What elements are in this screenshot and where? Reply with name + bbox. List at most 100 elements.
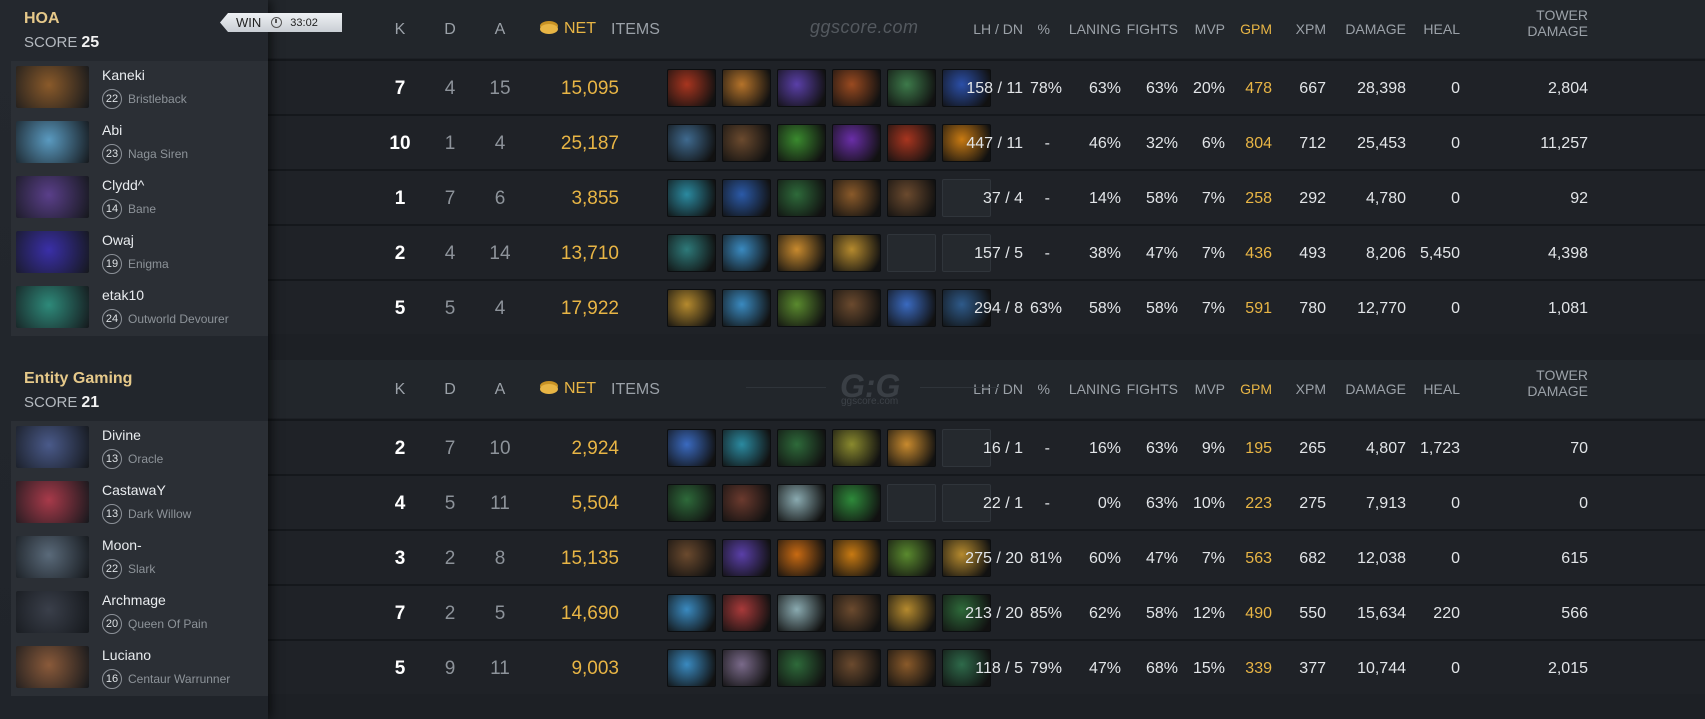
net-worth: 3,855 (571, 188, 619, 209)
item-slot[interactable] (777, 179, 826, 217)
item-slot[interactable] (722, 594, 771, 632)
header-divider (920, 387, 1000, 388)
item-slot[interactable] (667, 124, 716, 162)
item-slot[interactable] (777, 594, 826, 632)
assists: 11 (490, 658, 510, 679)
gpm-value: 804 (1245, 135, 1272, 152)
item-slot[interactable] (777, 69, 826, 107)
item-slot[interactable] (667, 429, 716, 467)
player-name[interactable]: Moon- (102, 537, 142, 553)
player-name[interactable]: Clydd^ (102, 177, 144, 193)
item-slot[interactable] (832, 69, 881, 107)
player-card[interactable]: Abi 23 Naga Siren (11, 116, 268, 171)
player-card[interactable]: CastawaY 13 Dark Willow (11, 476, 268, 531)
team-score: SCORE 21 (24, 394, 99, 412)
hero-portrait (16, 176, 89, 218)
hero-level-badge: 16 (102, 669, 122, 689)
item-slot[interactable] (722, 649, 771, 687)
player-name[interactable]: CastawaY (102, 482, 166, 498)
player-name[interactable]: Archmage (102, 592, 166, 608)
player-card[interactable]: Luciano 16 Centaur Warrunner (11, 641, 268, 696)
item-slot[interactable] (777, 649, 826, 687)
player-card[interactable]: Kaneki 22 Bristleback (11, 61, 268, 116)
player-name[interactable]: Kaneki (102, 67, 145, 83)
player-name[interactable]: etak10 (102, 287, 144, 303)
kills: 7 (394, 78, 406, 99)
item-slot[interactable] (777, 429, 826, 467)
gold-coins-icon (540, 24, 558, 34)
item-slot[interactable] (722, 539, 771, 577)
header-fights: FIGHTS (1126, 381, 1178, 397)
tower-damage: 2,804 (1547, 80, 1588, 97)
hero-portrait (16, 536, 89, 578)
last-hits-denies: 275 / 20 (965, 550, 1023, 567)
player-card[interactable]: etak10 24 Outworld Devourer (11, 281, 268, 336)
hero-level-badge: 20 (102, 614, 122, 634)
hero-name: Bane (128, 202, 157, 216)
item-slot[interactable] (667, 594, 716, 632)
win-badge: WIN 33:02 (220, 13, 342, 32)
player-stats-row: 4 5 11 5,504 22 / 1 - 0% 63% 10% 223 275 7,913 0 0 (268, 474, 1705, 529)
item-slot[interactable] (832, 484, 881, 522)
hero-damage: 4,780 (1365, 190, 1406, 207)
item-slot[interactable] (722, 289, 771, 327)
item-slot[interactable] (722, 179, 771, 217)
item-slot[interactable] (667, 234, 716, 272)
player-card[interactable]: Archmage 20 Queen Of Pain (11, 586, 268, 641)
player-card[interactable]: Owaj 19 Enigma (11, 226, 268, 281)
item-slot[interactable] (722, 429, 771, 467)
mvp-score: 7% (1201, 300, 1225, 317)
last-hits-denies: 118 / 5 (975, 660, 1023, 677)
item-slot[interactable] (722, 234, 771, 272)
deaths: 7 (444, 188, 456, 209)
player-name[interactable]: Abi (102, 122, 122, 138)
item-slot[interactable] (832, 649, 881, 687)
item-slot[interactable] (832, 289, 881, 327)
xpm-value: 667 (1299, 80, 1326, 97)
item-slot[interactable] (667, 179, 716, 217)
xpm-value: 265 (1299, 440, 1326, 457)
assists: 14 (489, 243, 511, 264)
item-slot[interactable] (777, 124, 826, 162)
item-slot[interactable] (777, 539, 826, 577)
item-slot[interactable] (777, 289, 826, 327)
item-slot[interactable] (667, 539, 716, 577)
item-slot[interactable] (832, 429, 881, 467)
item-slot[interactable] (832, 539, 881, 577)
deaths: 9 (444, 658, 456, 679)
player-name[interactable]: Luciano (102, 647, 151, 663)
hero-name: Queen Of Pain (128, 617, 208, 631)
item-slot[interactable] (777, 484, 826, 522)
kills: 5 (394, 298, 406, 319)
item-slot[interactable] (832, 179, 881, 217)
item-slot[interactable] (667, 69, 716, 107)
player-name[interactable]: Divine (102, 427, 141, 443)
xpm-value: 550 (1299, 605, 1326, 622)
gpm-value: 490 (1245, 605, 1272, 622)
item-slot[interactable] (667, 484, 716, 522)
player-card[interactable]: Clydd^ 14 Bane (11, 171, 268, 226)
item-slot[interactable] (722, 69, 771, 107)
assists: 15 (489, 78, 511, 99)
hero-portrait (16, 286, 89, 328)
item-slot[interactable] (777, 234, 826, 272)
item-slot[interactable] (667, 289, 716, 327)
player-card[interactable]: Divine 13 Oracle (11, 421, 268, 476)
item-slot[interactable] (667, 649, 716, 687)
laning-score: 46% (1088, 135, 1121, 152)
player-name[interactable]: Owaj (102, 232, 134, 248)
clock-icon (271, 17, 283, 28)
hero-level-badge: 24 (102, 309, 122, 329)
deaths: 2 (444, 603, 456, 624)
hero-portrait (16, 591, 89, 633)
item-slot[interactable] (722, 124, 771, 162)
item-slot[interactable] (832, 234, 881, 272)
mvp-score: 15% (1192, 660, 1225, 677)
player-card[interactable]: Moon- 22 Slark (11, 531, 268, 586)
item-slot[interactable] (722, 484, 771, 522)
deaths: 4 (444, 78, 456, 99)
hero-name: Outworld Devourer (128, 312, 229, 326)
item-slot[interactable] (832, 594, 881, 632)
header-tower-damage: TOWER DAMAGE (1488, 367, 1588, 399)
item-slot[interactable] (832, 124, 881, 162)
